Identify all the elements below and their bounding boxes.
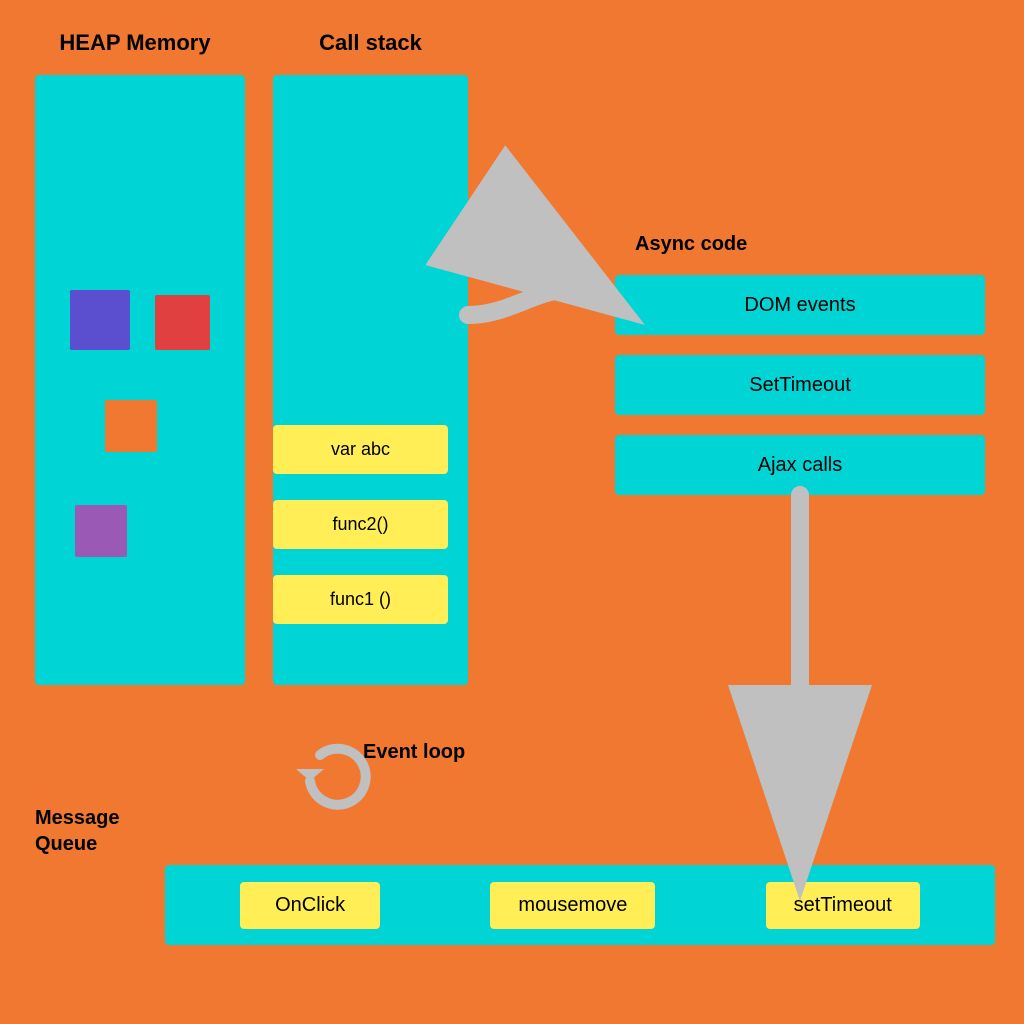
event-loop-label: Event loop [363, 741, 465, 764]
stack-card-func2: func2() [273, 500, 448, 549]
event-loop-icon [296, 749, 366, 805]
diagram-container: HEAP Memory Call stack var abc func2() f… [15, 15, 1009, 1009]
callstack-title: Call stack [273, 30, 468, 56]
queue-card-mousemove: mousemove [490, 882, 655, 929]
message-queue-title: Message Queue [35, 805, 120, 857]
orange-square [105, 400, 157, 452]
async-ajax-calls: Ajax calls [615, 435, 985, 495]
lavender-square [75, 505, 127, 557]
red-square [155, 295, 210, 350]
async-settimeout: SetTimeout [615, 355, 985, 415]
queue-card-settimeout: setTimeout [766, 882, 920, 929]
heap-title: HEAP Memory [45, 30, 225, 56]
purple-square [70, 290, 130, 350]
queue-card-onclick: OnClick [240, 882, 380, 929]
stack-card-func1: func1 () [273, 575, 448, 624]
message-queue-panel: OnClick mousemove setTimeout [165, 865, 995, 945]
async-dom-events: DOM events [615, 275, 985, 335]
stack-card-varabc: var abc [273, 425, 448, 474]
heap-panel [35, 75, 245, 685]
async-title: Async code [635, 233, 747, 256]
